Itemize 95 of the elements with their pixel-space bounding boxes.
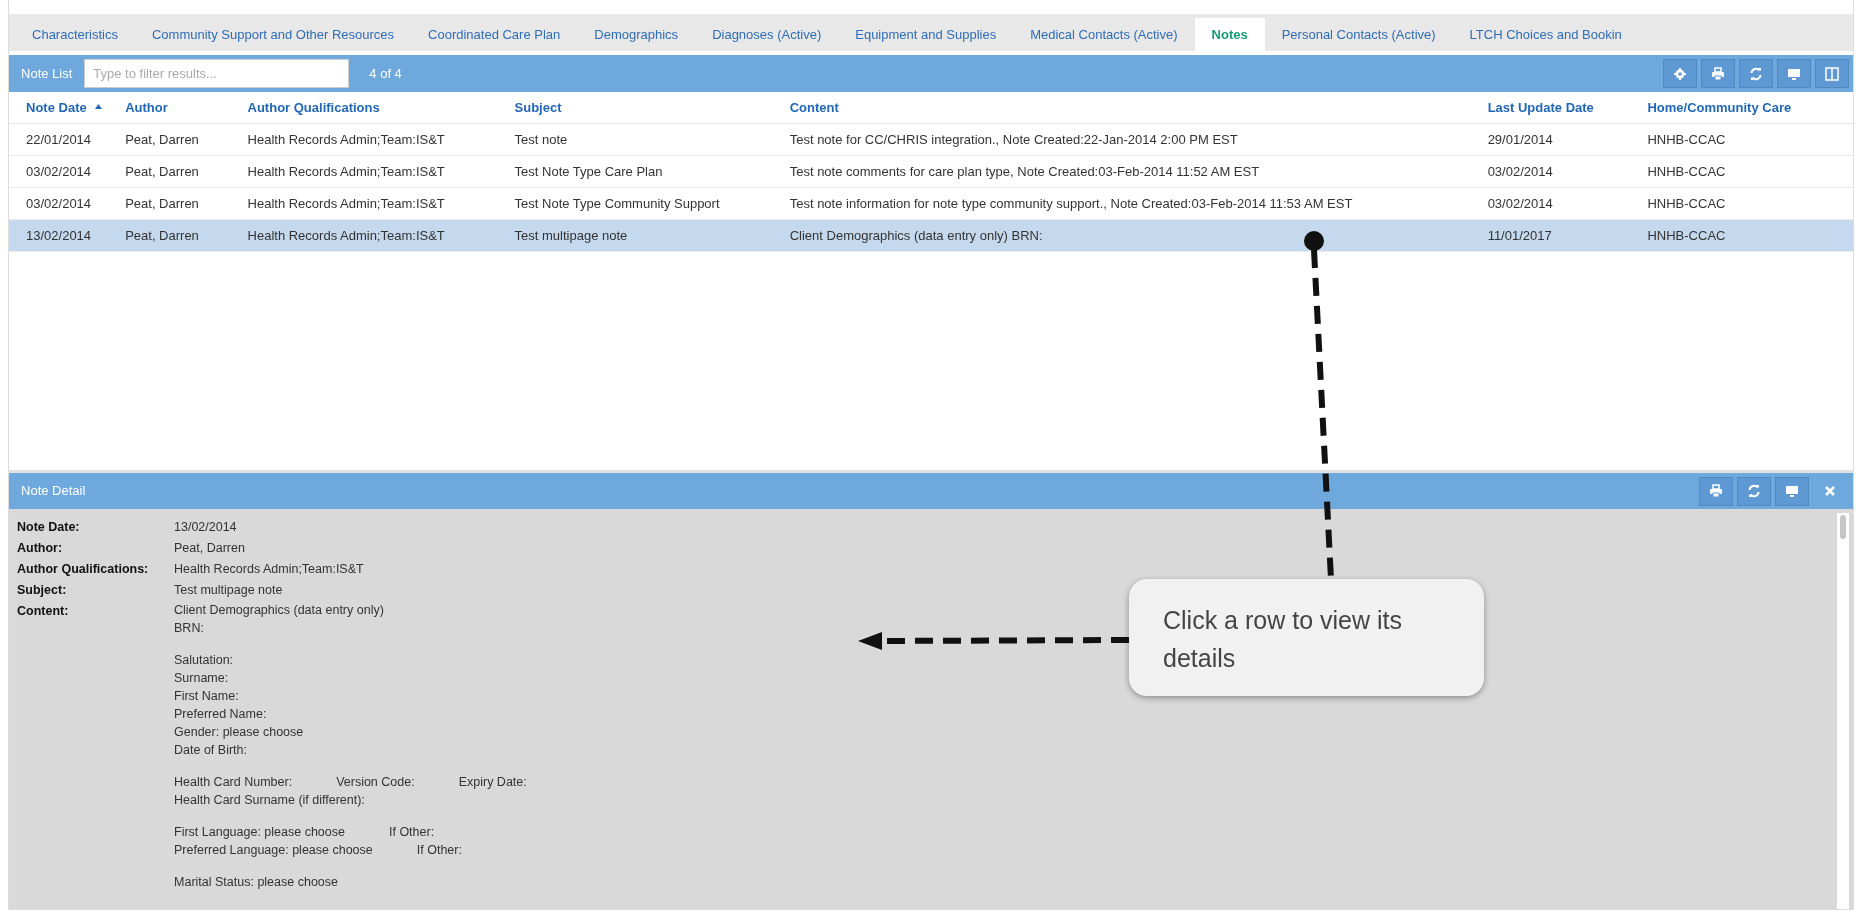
table-cell: Test multipage note	[497, 220, 773, 252]
result-count: 4 of 4	[368, 65, 402, 83]
column-header[interactable]: Home/Community Care	[1647, 100, 1792, 115]
table-cell: Test note information for note type community support., Note Created:03-Feb-2014 11:53 AM EST	[772, 188, 1471, 220]
field-label: Author Qualifications:	[17, 561, 150, 579]
tab[interactable]: Medical Contacts (Active)	[1013, 18, 1195, 52]
table-cell: Test Note Type Care Plan	[497, 156, 773, 188]
table-cell: Health Records Admin;Team:IS&T	[230, 156, 498, 188]
table-cell: Test note	[497, 124, 773, 156]
refresh-button[interactable]	[1737, 476, 1771, 506]
content-text: Salutation:	[174, 652, 234, 670]
table-cell: 03/02/2014	[1470, 156, 1631, 188]
monitor-icon	[1787, 66, 1801, 81]
columns-button[interactable]	[1815, 59, 1849, 89]
table-row[interactable]: 22/01/2014 Peat, Darren Health Records Admin;Team:IS&T Test note Test note for CC/CHRIS integration., Note Created:22-Jan-2014 2:00 PM EST 29/01/2014 HNHB-CCAC	[9, 124, 1853, 156]
column-header[interactable]: Author Qualifications	[247, 100, 380, 115]
table-cell: 13/02/2014	[9, 220, 109, 252]
tab[interactable]: Notes	[1194, 18, 1265, 52]
table-cell: Test note for CC/CHRIS integration., Note Created:22-Jan-2014 2:00 PM EST	[772, 124, 1471, 156]
table-cell: HNHB-CCAC	[1630, 188, 1853, 220]
field-value: Peat, Darren	[174, 540, 245, 558]
table-cell: 03/02/2014	[1470, 188, 1631, 220]
tab[interactable]: Personal Contacts (Active)	[1264, 18, 1453, 52]
column-header[interactable]: Subject	[514, 100, 562, 115]
table-cell: Health Records Admin;Team:IS&T	[230, 220, 498, 252]
tab[interactable]: Coordinated Care Plan	[411, 18, 578, 52]
column-header[interactable]: Author	[125, 100, 168, 115]
monitor-button[interactable]	[1777, 59, 1811, 89]
table-cell: Peat, Darren	[108, 220, 231, 252]
column-header[interactable]: Note Date	[26, 100, 87, 115]
table-cell: Client Demographics (data entry only) BRN:	[772, 220, 1471, 252]
tab[interactable]: Characteristics	[15, 18, 135, 52]
content-text: First Language: please choose	[174, 824, 345, 842]
table-cell: 11/01/2017	[1470, 220, 1631, 252]
field-label: Content:	[17, 603, 70, 621]
print-button[interactable]	[1701, 59, 1735, 89]
content-text: Expiry Date:	[458, 774, 527, 792]
field-value: Health Records Admin;Team:IS&T	[174, 561, 364, 579]
print-icon	[1711, 66, 1725, 81]
table-cell: 03/02/2014	[9, 156, 109, 188]
content-text: Gender: please choose	[174, 724, 304, 742]
column-header[interactable]: Last Update Date	[1487, 100, 1594, 115]
field-label: Author:	[17, 540, 64, 558]
content-text: BRN:	[174, 620, 204, 638]
print-icon	[1709, 484, 1723, 499]
content-text: Preferred Name:	[174, 706, 267, 724]
content-text: Client Demographics (data entry only)	[174, 602, 384, 620]
tab[interactable]: Community Support and Other Resources	[135, 18, 412, 52]
table-cell: HNHB-CCAC	[1630, 156, 1853, 188]
table-cell: Health Records Admin;Team:IS&T	[230, 188, 498, 220]
table-cell: Peat, Darren	[108, 188, 231, 220]
table-cell: HNHB-CCAC	[1630, 220, 1853, 252]
content-text: If Other:	[388, 824, 435, 842]
content-text: Health Card Number:	[174, 774, 293, 792]
filter-field[interactable]: Type to filter results...	[84, 59, 350, 89]
content-text: Health Card Surname (if different):	[174, 792, 365, 810]
print-button[interactable]	[1699, 476, 1733, 506]
gear-button[interactable]	[1663, 59, 1697, 89]
table-cell: Peat, Darren	[108, 124, 231, 156]
table-cell: Health Records Admin;Team:IS&T	[230, 124, 498, 156]
table-cell: Peat, Darren	[108, 156, 231, 188]
monitor-button[interactable]	[1775, 476, 1809, 506]
field-label: Subject:	[17, 582, 68, 600]
refresh-icon	[1747, 484, 1761, 499]
content-text: First Name:	[174, 688, 239, 706]
content-text: Version Code:	[336, 774, 415, 792]
scrollbar[interactable]	[1837, 513, 1849, 909]
table-row[interactable]: 13/02/2014 Peat, Darren Health Records Admin;Team:IS&T Test multipage note Client Demographics (data entry only) BRN: 11/01/2017 HNHB-CCAC	[9, 220, 1853, 252]
callout: Click a row to view its details	[1129, 579, 1484, 696]
tab[interactable]: Equipment and Supplies	[838, 18, 1014, 52]
refresh-button[interactable]	[1739, 59, 1773, 89]
table-row[interactable]: 03/02/2014 Peat, Darren Health Records Admin;Team:IS&T Test Note Type Care Plan Test note comments for care plan type, Note Created:03-Feb-2014 11:52 AM EST 03/02/2014 HNHB-CCAC	[9, 156, 1853, 188]
content-text: Preferred Language: please choose	[174, 842, 373, 860]
column-header[interactable]: Content	[789, 100, 839, 115]
content-text: If Other:	[416, 842, 462, 860]
table-cell: 03/02/2014	[9, 188, 109, 220]
tab[interactable]: Demographics	[577, 18, 696, 52]
content-text: Date of Birth:	[174, 742, 247, 760]
field-label: Note Date:	[17, 519, 81, 537]
refresh-icon	[1749, 66, 1763, 81]
content-text: Surname:	[174, 670, 229, 688]
table-cell: Test Note Type Community Support	[497, 188, 773, 220]
tab[interactable]: LTCH Choices and Bookin	[1452, 18, 1639, 52]
table-cell: HNHB-CCAC	[1630, 124, 1853, 156]
columns-icon	[1825, 66, 1839, 81]
field-value: Test multipage note	[174, 582, 283, 600]
table-cell: 22/01/2014	[9, 124, 109, 156]
panel-title: Note List	[20, 65, 74, 83]
table-cell: 29/01/2014	[1470, 124, 1631, 156]
field-value: 13/02/2014	[174, 519, 237, 537]
content-text: Marital Status: please choose	[174, 874, 338, 892]
panel-title: Note Detail	[20, 482, 87, 501]
table-cell: Test note comments for care plan type, Note Created:03-Feb-2014 11:52 AM EST	[772, 156, 1471, 188]
tab[interactable]: Diagnoses (Active)	[695, 18, 839, 52]
monitor-icon	[1785, 484, 1799, 499]
